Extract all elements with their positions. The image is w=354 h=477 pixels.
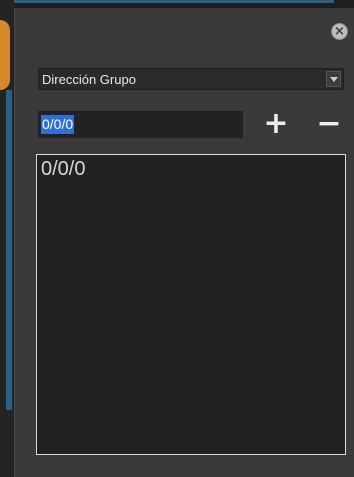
- list-item[interactable]: 0/0/0: [41, 158, 85, 180]
- address-type-value: Dirección Grupo: [42, 72, 136, 87]
- address-panel: × Dirección Grupo 0/0/0 + − 0/0/0: [14, 8, 354, 477]
- background-orange-shape: [0, 20, 10, 90]
- address-input[interactable]: 0/0/0: [38, 111, 243, 138]
- close-icon[interactable]: ×: [331, 23, 348, 40]
- address-list[interactable]: 0/0/0: [36, 154, 346, 455]
- address-type-select[interactable]: Dirección Grupo: [38, 68, 344, 90]
- chevron-down-icon[interactable]: [326, 71, 341, 87]
- remove-address-button[interactable]: −: [316, 109, 342, 139]
- background-blue-strip: [6, 90, 12, 410]
- address-input-value: 0/0/0: [41, 115, 75, 134]
- background-accent-line: [14, 0, 334, 3]
- add-address-button[interactable]: +: [263, 109, 289, 139]
